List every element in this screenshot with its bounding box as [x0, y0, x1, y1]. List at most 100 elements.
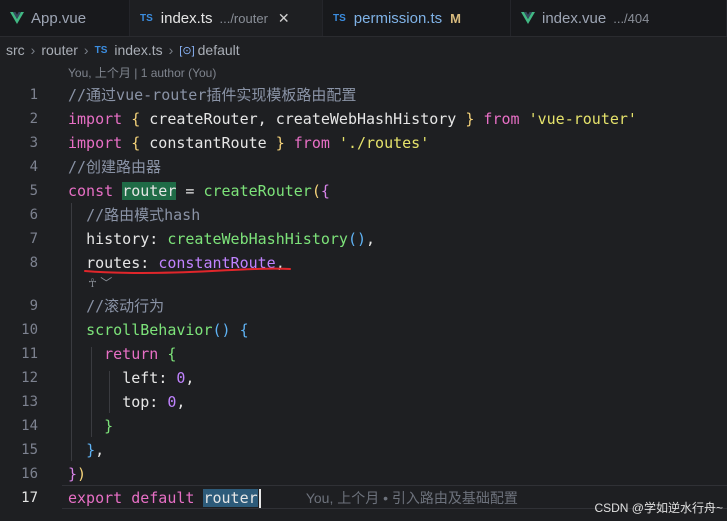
breadcrumb-item-symbol[interactable]: default	[198, 42, 240, 58]
git-blame-header[interactable]: You, 上个月 | 1 author (You)	[68, 64, 216, 81]
keyword: export	[68, 489, 123, 507]
code-line[interactable]: 5 const router = createRouter({	[0, 179, 727, 203]
watermark: CSDN @学如逆水行舟~	[594, 501, 723, 515]
tab-path: .../router	[219, 10, 268, 26]
code-comment: //滚动行为	[86, 297, 165, 315]
code-line[interactable]: 9 //滚动行为	[0, 294, 727, 318]
editor-tab-bar: App.vue TS index.ts .../router ✕ TS perm…	[0, 0, 727, 37]
keyword: import	[68, 110, 123, 128]
paren: )	[77, 465, 87, 483]
line-number: 17	[21, 490, 38, 506]
line-number: 10	[21, 322, 38, 338]
tab-app-vue[interactable]: App.vue	[0, 0, 130, 36]
code-comment: //路由模式hash	[86, 206, 201, 224]
brace: {	[167, 345, 177, 363]
tab-label: index.vue	[542, 9, 607, 27]
code-line[interactable]: 13 top: 0,	[0, 390, 727, 414]
colon: :	[149, 393, 168, 411]
code-line[interactable]: 12 left: 0,	[0, 366, 727, 390]
git-blame-inline[interactable]: You, 上个月 • 引入路由及基础配置	[306, 490, 518, 506]
code-line[interactable]: 7 history: createWebHashHistory(),	[0, 227, 727, 251]
code-line[interactable]: 11 return {	[0, 342, 727, 366]
code-line[interactable]: 3 import { constantRoute } from './route…	[0, 131, 727, 155]
tab-path: .../404	[613, 10, 650, 26]
code-line[interactable]: 2 import { createRouter, createWebHashHi…	[0, 107, 727, 131]
code-comment: //通过vue-router插件实现模板路由配置	[68, 86, 357, 104]
ts-icon: TS	[333, 12, 346, 24]
red-underline-annotation	[84, 267, 291, 274]
property: left	[122, 369, 159, 387]
tab-index-vue-404[interactable]: index.vue .../404	[511, 0, 727, 36]
copilot-hint-icon[interactable]: ☥ ﹀	[88, 274, 112, 291]
symbol-variable-icon: [⊙]	[179, 44, 195, 57]
breadcrumb-item-src[interactable]: src	[6, 42, 25, 58]
colon: :	[149, 230, 168, 248]
code-comment: //创建路由器	[68, 158, 162, 176]
tab-label: App.vue	[31, 9, 87, 27]
line-number: 11	[21, 346, 38, 362]
vue-icon	[10, 12, 24, 24]
breadcrumb-item-file[interactable]: index.ts	[114, 42, 162, 58]
code-line[interactable]: 1 //通过vue-router插件实现模板路由配置	[0, 83, 727, 107]
modified-badge: M	[450, 10, 461, 26]
comma: ,	[366, 230, 376, 248]
brace: {	[131, 110, 141, 128]
line-number: 3	[29, 135, 38, 151]
brace: }	[275, 134, 285, 152]
chevron-right-icon: ›	[30, 42, 36, 58]
tab-index-ts-router[interactable]: TS index.ts .../router ✕	[130, 0, 323, 36]
vue-icon	[521, 12, 535, 24]
comma: ,	[95, 441, 105, 459]
close-icon[interactable]: ✕	[278, 10, 290, 27]
code-line[interactable]: 15 },	[0, 438, 727, 462]
brace: }	[104, 417, 114, 435]
line-number: 15	[21, 442, 38, 458]
keyword: import	[68, 134, 123, 152]
code-line[interactable]: 6 //路由模式hash	[0, 203, 727, 227]
line-number: 14	[21, 418, 38, 434]
string-literal: 'vue-router'	[528, 110, 637, 128]
tab-label: index.ts	[160, 9, 213, 27]
brace: {	[131, 134, 141, 152]
code-line[interactable]: 14 }	[0, 414, 727, 438]
keyword: const	[68, 182, 114, 200]
string-literal: './routes'	[338, 134, 430, 152]
paren: ()	[347, 230, 367, 248]
breadcrumb: src › router › TS index.ts › [⊙] default	[0, 37, 727, 63]
keyword: from	[483, 110, 520, 128]
function-name: scrollBehavior	[86, 321, 213, 339]
line-number: 16	[21, 466, 38, 482]
line-number: 9	[29, 298, 38, 314]
chevron-right-icon: ›	[83, 42, 89, 58]
line-number: 7	[29, 231, 38, 247]
code-line[interactable]: 10 scrollBehavior() {	[0, 318, 727, 342]
import-names: createRouter, createWebHashHistory	[140, 110, 466, 128]
breadcrumb-item-router[interactable]: router	[41, 42, 78, 58]
code-line[interactable]: 4 //创建路由器	[0, 155, 727, 179]
line-number: 2	[29, 111, 38, 127]
keyword: default	[131, 489, 195, 507]
line-number: 13	[21, 394, 38, 410]
line-number: 8	[29, 255, 38, 271]
code-line[interactable]: 16 })	[0, 462, 727, 486]
chevron-right-icon: ›	[168, 42, 174, 58]
keyword: from	[293, 134, 330, 152]
colon: :	[158, 369, 177, 387]
tab-permission-ts[interactable]: TS permission.ts M	[323, 0, 511, 36]
comma: ,	[185, 369, 195, 387]
comma: ,	[176, 393, 186, 411]
brace: }	[465, 110, 475, 128]
variable-highlight: router	[203, 489, 258, 507]
ts-icon: TS	[94, 44, 108, 56]
function-name: createRouter	[203, 182, 312, 200]
paren: (	[311, 182, 321, 200]
brace: }	[68, 465, 78, 483]
line-number: 5	[29, 183, 38, 199]
text-cursor	[258, 489, 261, 508]
line-number: 12	[21, 370, 38, 386]
brace: {	[320, 182, 330, 200]
line-number: 4	[29, 159, 38, 175]
tab-label: permission.ts	[353, 9, 443, 27]
import-names: constantRoute	[140, 134, 276, 152]
function-name: createWebHashHistory	[167, 230, 348, 248]
